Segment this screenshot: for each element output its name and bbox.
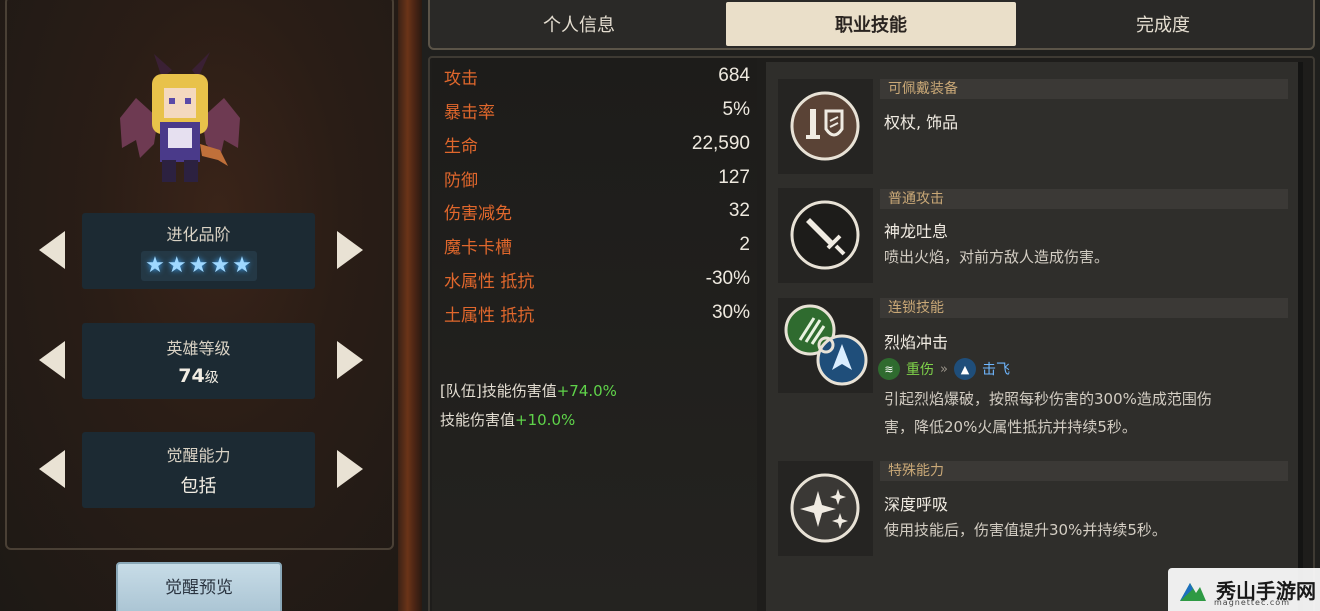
stat-row-hp: 生命 22,590 [444,133,750,157]
skill-category: 普通攻击 [880,189,1288,209]
chain-arrow-icon: » [940,361,948,377]
skill-description: 使用技能后，伤害值提升30%并持续5秒。 [884,521,1167,539]
skill-description: 喷出火焰，对前方敌人造成伤害。 [884,248,1110,266]
hero-portrait [120,52,240,182]
bonus-value: +10.0% [515,411,576,429]
awakening-title: 觉醒能力 [166,446,231,465]
bonus-label: 技能伤害值 [440,411,516,429]
chain-skill-icon-box [778,298,873,393]
knockup-icon: ▲ [953,358,976,380]
stat-value: -30% [705,268,750,289]
level-next-arrow[interactable] [333,339,367,381]
skill-category: 可佩戴装备 [880,79,1288,99]
skill-name: 深度呼吸 [884,495,949,514]
skill-description-line: 引起烈焰爆破，按照每秒伤害的300%造成范围伤 [884,390,1212,408]
equipment-skill-icon-box [778,79,873,174]
skill-name: 权杖, 饰品 [884,113,959,132]
star-icon: ★ [232,253,252,278]
stat-name: 暴击率 [444,102,495,123]
stat-name: 攻击 [444,68,478,89]
hero-panel: 进化品阶 ★ ★ ★ ★ ★ 英雄等级 74级 觉醒能力 包括 觉醒预览 [0,0,398,611]
chain-condition: ≋ 重伤 » ▲ 击飞 [878,358,1010,380]
team-skill-damage-bonus: [队伍]技能伤害值+74.0% [440,380,617,401]
hero-level-value: 74级 [178,365,218,387]
awakening-prev-arrow[interactable] [35,448,69,490]
bonus-value: +74.0% [556,382,617,400]
stat-name: 魔卡卡槽 [444,237,512,258]
skills-scrollbar[interactable] [1298,62,1303,611]
stat-row-defense: 防御 127 [444,167,750,191]
awakening-box: 觉醒能力 包括 [82,432,315,508]
hero-level-box: 英雄等级 74级 [82,323,315,399]
stat-value: 684 [718,65,750,86]
stat-row-water-resist: 水属性 抵抗 -30% [444,268,750,292]
chain-skill-icon [784,304,868,386]
stat-value: 22,590 [691,133,750,154]
awakening-next-arrow[interactable] [333,448,367,490]
star-icon: ★ [188,253,209,278]
watermark: 秀山手游网 magnettec.com [1168,568,1320,611]
special-ability-icon-box [778,461,873,556]
stat-value: 30% [711,302,750,323]
stat-name: 生命 [444,136,478,157]
panel-divider [398,0,422,611]
stat-row-damage-reduction: 伤害减免 32 [444,200,750,224]
bonus-label: [队伍]技能伤害值 [440,382,557,400]
hero-level-unit: 级 [204,370,219,386]
chain-to-label: 击飞 [981,362,1010,378]
stat-name: 水属性 抵抗 [444,271,535,292]
stat-value: 5% [722,99,750,120]
skill-name: 烈焰冲击 [884,333,949,352]
stat-row-card-slots: 魔卡卡槽 2 [444,234,750,258]
skill-category: 特殊能力 [880,461,1288,481]
equipment-icon [790,91,860,161]
evolution-next-arrow[interactable] [333,229,367,271]
hero-level-title: 英雄等级 [166,339,231,358]
awaken-preview-button[interactable]: 觉醒预览 [116,562,282,611]
awakening-value: 包括 [180,476,217,497]
stat-row-attack: 攻击 684 [444,65,750,89]
evolution-tier-title: 进化品阶 [166,225,231,244]
hero-level-number: 74 [178,365,205,387]
stat-name: 伤害减免 [444,203,512,224]
evolution-stars: ★ ★ ★ ★ ★ [140,251,257,281]
stat-value: 32 [728,200,750,221]
level-prev-arrow[interactable] [35,339,69,381]
stat-value: 2 [739,234,750,255]
evolution-tier-box: 进化品阶 ★ ★ ★ ★ ★ [82,213,315,289]
star-icon: ★ [210,253,231,278]
skill-description: 引起烈焰爆破，按照每秒伤害的300%造成范围伤 害，降低20%火属性抵抗并持续5… [884,385,1284,441]
watermark-subtext: magnettec.com [1214,598,1290,607]
tab-class-skills[interactable]: 职业技能 [726,2,1016,46]
skill-name: 神龙吐息 [884,222,949,241]
sword-icon [790,200,860,270]
stat-row-earth-resist: 土属性 抵抗 30% [444,302,750,326]
watermark-logo-icon [1180,582,1206,601]
stat-value: 127 [718,167,750,188]
stat-row-crit: 暴击率 5% [444,99,750,123]
skill-category: 连锁技能 [880,298,1288,318]
skill-damage-bonus: 技能伤害值+10.0% [440,409,575,430]
heavy-wound-icon: ≋ [878,358,900,380]
tab-bar: 个人信息 职业技能 完成度 [428,0,1315,50]
chain-from-label: 重伤 [906,362,934,378]
star-icon: ★ [166,253,187,278]
star-icon: ★ [145,253,165,278]
tab-personal-info[interactable]: 个人信息 [434,2,724,46]
skill-description-line: 害，降低20%火属性抵抗并持续5秒。 [884,418,1137,436]
stat-name: 防御 [444,170,478,191]
sparkle-icon [790,473,860,543]
evolution-prev-arrow[interactable] [35,229,69,271]
stat-name: 土属性 抵抗 [444,305,535,326]
normal-attack-icon-box [778,188,873,283]
tab-completion[interactable]: 完成度 [1018,2,1308,46]
